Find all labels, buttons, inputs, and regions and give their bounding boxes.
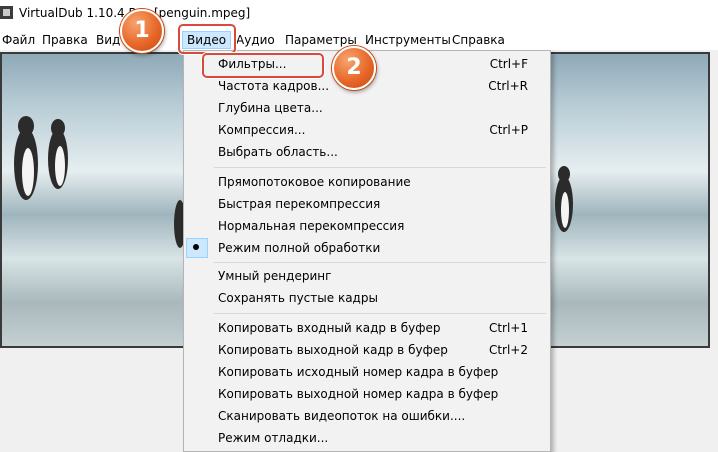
menu-item-smart-rendering[interactable]: Умный рендеринг — [184, 265, 550, 287]
menu-item-shortcut: Ctrl+2 — [488, 343, 528, 357]
menu-item-normal-recompress[interactable]: Нормальная перекомпрессия — [184, 215, 550, 237]
menu-item-label: Прямопотоковое копирование — [218, 175, 411, 189]
menu-item-label: Частота кадров... — [218, 79, 330, 93]
menu-item-label: Быстрая перекомпрессия — [218, 197, 381, 211]
menu-item-label: Копировать выходной номер кадра в буфер — [218, 387, 499, 401]
menu-edit[interactable]: Правка — [42, 33, 88, 47]
menu-item-label: Умный рендеринг — [218, 269, 332, 283]
menu-item-label: Копировать входный кадр в буфер — [218, 321, 441, 335]
menu-audio[interactable]: Аудио — [236, 33, 275, 47]
menu-item-label: Режим отладки... — [218, 431, 329, 445]
menu-item-copy-output-frame-number[interactable]: Копировать выходной номер кадра в буфер — [184, 383, 550, 405]
title-bar: VirtualDub 1.10.4 Rus [penguin.mpeg] — [0, 0, 718, 30]
menu-item-debug-mode[interactable]: Режим отладки... — [184, 427, 550, 449]
menu-options[interactable]: Параметры — [285, 33, 357, 47]
menu-tools[interactable]: Инструменты — [365, 33, 451, 47]
menu-item-scan-errors[interactable]: Сканировать видеопоток на ошибки.... — [184, 405, 550, 427]
penguin-video-frame-output — [550, 54, 708, 346]
menu-item-copy-output-frame[interactable]: Копировать выходной кадр в буфер Ctrl+2 — [184, 339, 550, 361]
menu-item-label: Сканировать видеопоток на ошибки.... — [218, 409, 466, 423]
menu-item-copy-input-frame[interactable]: Копировать входный кадр в буфер Ctrl+1 — [184, 317, 550, 339]
menu-item-label: Режим полной обработки — [218, 241, 381, 255]
menu-separator — [214, 262, 546, 263]
menu-view[interactable]: Вид — [96, 33, 120, 47]
menu-item-label: Сохранять пустые кадры — [218, 291, 378, 305]
menu-item-label: Глубина цвета... — [218, 101, 323, 115]
menu-item-color-depth[interactable]: Глубина цвета... — [184, 97, 550, 119]
output-video-pane — [548, 52, 710, 348]
menu-item-label: Копировать выходной кадр в буфер — [218, 343, 448, 357]
menu-item-shortcut: Ctrl+F — [489, 57, 528, 71]
menu-file[interactable]: Файл — [2, 33, 35, 47]
menu-item-fast-recompress[interactable]: Быстрая перекомпрессия — [184, 193, 550, 215]
input-video-pane — [0, 52, 189, 348]
menu-item-direct-stream-copy[interactable]: Прямопотоковое копирование — [184, 171, 550, 193]
menu-item-shortcut: Ctrl+1 — [488, 321, 528, 335]
penguin-video-frame — [2, 54, 187, 346]
menu-separator — [214, 167, 546, 168]
menu-help[interactable]: Справка — [452, 33, 505, 47]
highlight-filters-item — [202, 53, 324, 78]
menu-item-label: Копировать исходный номер кадра в буфер — [218, 365, 499, 379]
menu-item-label: Компрессия... — [218, 123, 306, 137]
menu-item-shortcut: Ctrl+R — [488, 79, 528, 93]
menu-item-label: Нормальная перекомпрессия — [218, 219, 405, 233]
menu-item-compression[interactable]: Компрессия... Ctrl+P — [184, 119, 550, 141]
step-1-badge: 1 — [120, 9, 164, 53]
radio-dot-icon — [193, 244, 199, 250]
menu-item-preserve-empty-frames[interactable]: Сохранять пустые кадры — [184, 287, 550, 309]
menu-item-select-range[interactable]: Выбрать область... — [184, 141, 550, 163]
menu-item-copy-source-frame-number[interactable]: Копировать исходный номер кадра в буфер — [184, 361, 550, 383]
menu-separator — [214, 313, 546, 314]
video-dropdown-menu: Фильтры... Ctrl+F Частота кадров... Ctrl… — [183, 50, 551, 452]
menu-item-full-processing[interactable]: Режим полной обработки — [184, 237, 550, 259]
highlight-video-menu — [178, 24, 236, 54]
app-icon — [0, 6, 13, 19]
step-2-badge: 2 — [332, 46, 376, 90]
menu-item-label: Выбрать область... — [218, 145, 338, 159]
menu-item-shortcut: Ctrl+P — [489, 123, 528, 137]
